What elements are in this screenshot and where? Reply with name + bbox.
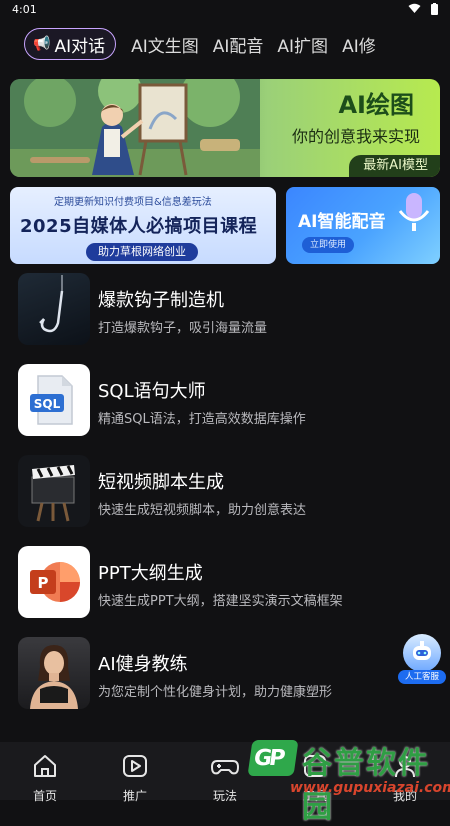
painter-illustration	[10, 79, 260, 177]
promo-title: 2025自媒体人必搞项目课程	[20, 216, 258, 237]
tab-ai-text-to-image[interactable]: AI文生图	[124, 29, 206, 59]
item-title: 短视频脚本生成	[98, 472, 224, 493]
sql-file-icon: SQL	[18, 364, 90, 436]
play-icon	[123, 755, 147, 777]
item-description: 打造爆款钩子，吸引海量流量	[98, 321, 268, 336]
promo-button[interactable]: 助力草根网络创业	[86, 243, 198, 261]
item-description: 为您定制个性化健身计划，助力健康塑形	[98, 685, 333, 700]
tab-ai-dubbing[interactable]: AI配音	[206, 29, 271, 59]
customer-service-label: 人工客服	[398, 670, 446, 684]
ai-dubbing-promo-card[interactable]: AI智能配音 立即使用	[286, 187, 440, 264]
battery-icon	[431, 3, 438, 15]
fitness-coach-avatar	[18, 637, 90, 709]
promo-tagline: 定期更新知识付费项目&信息差玩法	[54, 197, 212, 208]
wifi-icon	[408, 3, 421, 13]
clapperboard-icon	[18, 455, 90, 527]
list-item[interactable]: SQL SQL语句大师 精通SQL语法，打造高效数据库操作	[18, 364, 438, 455]
item-title: SQL语句大师	[98, 381, 206, 402]
item-description: 快速生成PPT大纲，搭建坚实演示文稿框架	[98, 594, 343, 609]
status-time: 4:01	[12, 3, 37, 16]
tab-ai-retouch[interactable]: AI修	[335, 29, 383, 59]
category-tabs: 📢 AI对话 AI文生图 AI配音 AI扩图 AI修	[0, 26, 450, 62]
tool-list: 爆款钩子制造机 打造爆款钩子，吸引海量流量 SQL SQL语句大师 精通SQL语…	[18, 273, 438, 728]
sql-icon-text: SQL	[34, 397, 61, 411]
status-bar: 4:01	[0, 0, 450, 20]
item-description: 快速生成短视频脚本，助力创意表达	[98, 503, 307, 518]
item-description: 精通SQL语法，打造高效数据库操作	[98, 412, 306, 427]
ppt-icon-text: P	[38, 574, 49, 592]
powerpoint-icon: P	[18, 546, 90, 618]
site-watermark: GP 谷普软件园 www.gupuxiazai.com	[247, 738, 450, 825]
list-item[interactable]: 短视频脚本生成 快速生成短视频脚本，助力创意表达	[18, 455, 438, 546]
ai-drawing-banner[interactable]: AI绘图 你的创意我来实现 最新AI模型	[10, 79, 440, 177]
watermark-url: www.gupuxiazai.com	[290, 780, 450, 796]
home-icon	[34, 755, 56, 777]
item-title: AI健身教练	[98, 654, 188, 675]
gamepad-icon	[211, 760, 239, 775]
watermark-logo: GP	[247, 740, 299, 776]
tab-ai-outpaint[interactable]: AI扩图	[270, 29, 335, 59]
microphone-icon	[398, 193, 430, 231]
megaphone-icon: 📢	[33, 36, 51, 52]
nav-label: 推广	[122, 789, 147, 803]
item-title: PPT大纲生成	[98, 563, 203, 584]
nav-home[interactable]: 首页	[0, 742, 90, 803]
use-now-button[interactable]: 立即使用	[302, 237, 355, 253]
tab-label: AI对话	[54, 36, 106, 57]
tab-label: AI修	[342, 36, 376, 57]
robot-icon	[403, 634, 441, 672]
banner-title: AI绘图	[338, 91, 414, 119]
list-item[interactable]: P PPT大纲生成 快速生成PPT大纲，搭建坚实演示文稿框架	[18, 546, 438, 637]
promo-title: AI智能配音	[298, 212, 386, 232]
status-icons	[408, 3, 438, 15]
course-promo-card[interactable]: 定期更新知识付费项目&信息差玩法 2025自媒体人必搞项目课程 助力草根网络创业	[10, 187, 276, 264]
tab-label: AI文生图	[131, 36, 199, 57]
nav-label: 首页	[32, 789, 57, 803]
customer-service-button[interactable]: 人工客服	[398, 634, 446, 686]
tab-label: AI扩图	[277, 36, 329, 57]
item-title: 爆款钩子制造机	[98, 290, 224, 311]
list-item[interactable]: 爆款钩子制造机 打造爆款钩子，吸引海量流量	[18, 273, 438, 364]
tab-label: AI配音	[212, 36, 264, 57]
fishhook-icon	[18, 273, 90, 345]
tab-ai-chat[interactable]: 📢 AI对话	[24, 28, 117, 60]
list-item[interactable]: AI健身教练 为您定制个性化健身计划，助力健康塑形	[18, 637, 438, 728]
nav-promote[interactable]: 推广	[90, 742, 180, 803]
banner-subtitle: 你的创意我来实现	[291, 127, 420, 146]
banner-badge: 最新AI模型	[349, 155, 440, 177]
